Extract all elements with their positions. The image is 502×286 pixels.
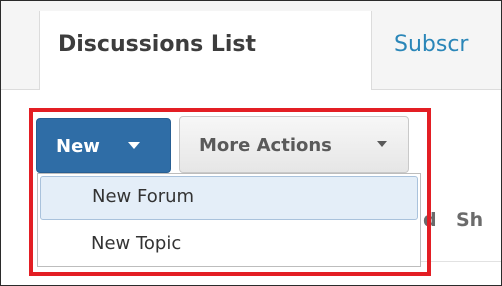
tab-discussions-list-label: Discussions List <box>58 32 257 57</box>
obscured-heading-fragment: Sh <box>456 209 484 231</box>
screenshot-frame: Discussions List Subscr d Sh New More Ac… <box>0 0 502 286</box>
highlight-box <box>29 108 431 276</box>
tab-subscriptions[interactable]: Subscr <box>394 32 468 57</box>
tab-bar: Discussions List Subscr <box>1 1 501 91</box>
